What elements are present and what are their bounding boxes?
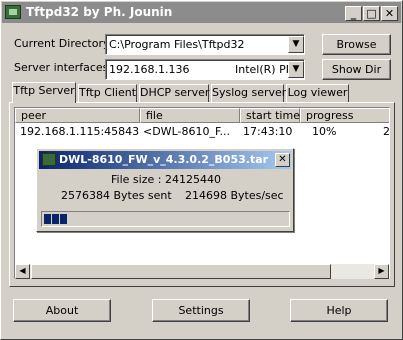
tab-tftp-client[interactable]: Tftp Client	[78, 84, 137, 103]
scroll-thumb[interactable]	[31, 264, 331, 279]
current-directory-value: C:\Program Files\Tftpd32	[109, 38, 245, 51]
server-interfaces-combo[interactable]: 192.168.1.136 Intel(R) PR ▼	[105, 59, 305, 80]
maximize-button[interactable]: □	[363, 6, 380, 21]
help-button[interactable]: Help	[290, 299, 388, 322]
current-directory-label: Current Directory	[14, 37, 110, 50]
column-header-file[interactable]: file	[140, 108, 240, 123]
settings-button[interactable]: Settings	[152, 299, 250, 322]
tftpd32-icon	[5, 5, 21, 19]
title-bar[interactable]: Tftpd32 by Ph. Jounin _ □ ✕	[2, 2, 401, 23]
row-progress[interactable]: 10%	[312, 125, 336, 138]
row-start-time[interactable]: 17:43:10	[243, 125, 292, 138]
tab-label: Tftp Client	[79, 86, 137, 99]
tab-log-viewer[interactable]: Log viewer	[286, 84, 349, 103]
transfer-rate-text: 214698 Bytes/sec	[185, 189, 284, 202]
column-header-peer[interactable]: peer	[15, 108, 140, 123]
horizontal-scrollbar[interactable]: ◀ ▶	[15, 264, 389, 279]
transfer-dialog-title: DWL-8610_FW_v_4.3.0.2_B053.tar t...	[59, 153, 271, 166]
transfer-dialog-title-bar[interactable]: DWL-8610_FW_v_4.3.0.2_B053.tar t... ✕	[39, 151, 291, 169]
progress-block	[44, 214, 51, 224]
bytes-sent-text: 2576384 Bytes sent	[61, 189, 172, 202]
server-interfaces-label: Server interfaces	[14, 61, 109, 74]
transfer-dialog: DWL-8610_FW_v_4.3.0.2_B053.tar t... ✕ Fi…	[36, 148, 294, 232]
column-header-start-time[interactable]: start time	[240, 108, 300, 123]
minimize-button[interactable]: _	[345, 6, 362, 21]
column-header-progress[interactable]: progress	[300, 108, 389, 123]
transfer-progress-bar	[41, 211, 290, 227]
progress-block	[52, 214, 59, 224]
row-peer[interactable]: 192.168.1.115:45843	[20, 125, 139, 138]
tab-tftp-server[interactable]: Tftp Server	[12, 82, 76, 103]
tab-dhcp-server[interactable]: DHCP server	[139, 84, 209, 103]
tab-label: Tftp Server	[13, 84, 75, 97]
show-dir-button[interactable]: Show Dir	[322, 59, 391, 80]
row-extra[interactable]: 2	[383, 125, 389, 138]
browse-button-label: Browse	[336, 38, 377, 51]
file-size-text: File size : 24125440	[111, 173, 221, 186]
tab-label: Log viewer	[287, 86, 348, 99]
progress-block	[60, 214, 67, 224]
chevron-down-icon[interactable]: ▼	[288, 61, 304, 78]
settings-button-label: Settings	[178, 304, 224, 317]
chevron-down-icon[interactable]: ▼	[288, 36, 304, 53]
arrow-right-icon[interactable]: ▶	[374, 264, 389, 279]
server-ip-value: 192.168.1.136	[109, 63, 190, 76]
about-button[interactable]: About	[13, 299, 111, 322]
browse-button[interactable]: Browse	[322, 34, 391, 55]
arrow-left-icon[interactable]: ◀	[15, 264, 30, 279]
row-file[interactable]: <DWL-8610_F...	[143, 125, 230, 138]
show-dir-button-label: Show Dir	[331, 63, 382, 76]
tftpd32-icon	[42, 153, 56, 166]
tab-syslog-server[interactable]: Syslog server	[211, 84, 287, 103]
close-icon[interactable]: ✕	[275, 153, 290, 167]
help-button-label: Help	[326, 304, 352, 317]
tab-label: Syslog server	[212, 86, 287, 99]
current-directory-combo[interactable]: C:\Program Files\Tftpd32 ▼	[105, 34, 305, 55]
tab-label: DHCP server	[140, 86, 210, 99]
window-title: Tftpd32 by Ph. Jounin	[26, 5, 173, 19]
server-adapter-value: Intel(R) PR	[235, 63, 294, 76]
about-button-label: About	[45, 304, 79, 317]
close-button[interactable]: ✕	[381, 6, 398, 21]
